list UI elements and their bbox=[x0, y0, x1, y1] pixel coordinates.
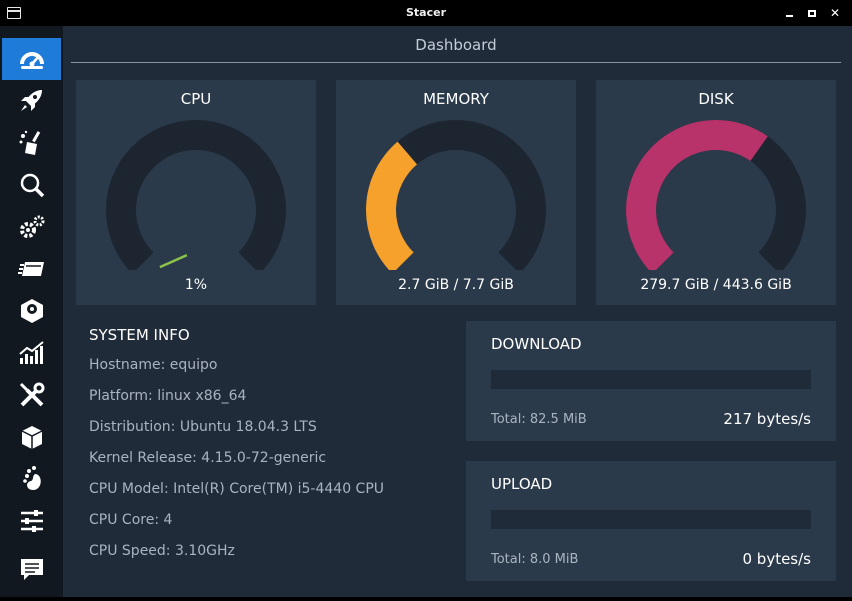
page-title: Dashboard bbox=[415, 36, 497, 54]
sidebar-item-helpers[interactable] bbox=[2, 374, 61, 416]
gauge-fill bbox=[626, 120, 768, 270]
sidebar-item-dashboard[interactable] bbox=[2, 38, 61, 80]
sidebar-item-feedback[interactable] bbox=[2, 548, 61, 590]
sidebar-item-gnome-settings[interactable] bbox=[2, 458, 61, 500]
speedometer-icon bbox=[19, 52, 44, 69]
rocket-icon bbox=[20, 90, 42, 111]
system-info-cpu-speed: CPU Speed: 3.10GHz bbox=[89, 543, 235, 559]
window-title: Stacer bbox=[405, 6, 446, 19]
gauge-title: DISK bbox=[698, 90, 734, 108]
minimize-icon bbox=[785, 14, 793, 17]
sidebar-item-system-cleaner[interactable] bbox=[2, 122, 61, 164]
minimize-button[interactable] bbox=[780, 4, 798, 22]
magnifier-icon bbox=[20, 173, 44, 198]
bar-chart-icon bbox=[18, 341, 44, 364]
package-icon bbox=[21, 426, 42, 449]
disk-icon bbox=[20, 299, 43, 323]
gauge-title: MEMORY bbox=[423, 90, 489, 108]
disk-gauge-card: DISK 279.7 GiB / 443.6 GiB bbox=[596, 80, 836, 305]
upload-title: UPLOAD bbox=[491, 475, 553, 493]
maximize-icon bbox=[808, 10, 816, 17]
download-total: Total: 82.5 MiB bbox=[491, 412, 587, 427]
sidebar-item-uninstaller[interactable] bbox=[2, 290, 61, 332]
memory-gauge-card: MEMORY 2.7 GiB / 7.7 GiB bbox=[336, 80, 576, 305]
download-rate: 217 bytes/s bbox=[723, 410, 811, 428]
system-info-cpu-core: CPU Core: 4 bbox=[89, 512, 173, 528]
cpu-gauge bbox=[106, 120, 286, 270]
sidebar-item-services[interactable] bbox=[2, 206, 61, 248]
sidebar-item-settings[interactable] bbox=[2, 500, 61, 542]
gears-icon bbox=[19, 215, 44, 238]
system-info-distribution: Distribution: Ubuntu 18.04.3 LTS bbox=[89, 419, 317, 435]
upload-total: Total: 8.0 MiB bbox=[491, 552, 579, 567]
close-icon: ✕ bbox=[829, 6, 841, 20]
cpu-gauge-card: CPU 1% bbox=[76, 80, 316, 305]
dashboard-page: Dashboard CPU 1% MEMORY 2.7 GiB / 7.7 Gi… bbox=[63, 26, 852, 597]
disk-gauge bbox=[626, 120, 806, 270]
download-bar bbox=[491, 370, 811, 389]
title-bar: Stacer ✕ bbox=[0, 0, 852, 26]
system-info-platform: Platform: linux x86_64 bbox=[89, 388, 247, 404]
upload-bar bbox=[491, 510, 811, 529]
system-info-hostname: Hostname: equipo bbox=[89, 357, 218, 373]
maximize-button[interactable] bbox=[803, 4, 821, 22]
sidebar-item-search[interactable] bbox=[2, 164, 61, 206]
memory-gauge bbox=[366, 120, 546, 270]
broom-icon bbox=[19, 130, 40, 155]
download-title: DOWNLOAD bbox=[491, 335, 582, 353]
system-info-panel: SYSTEM INFO Hostname: equipo Platform: l… bbox=[89, 326, 384, 573]
gauge-value: 2.7 GiB / 7.7 GiB bbox=[398, 277, 514, 293]
system-info-kernel: Kernel Release: 4.15.0-72-generic bbox=[89, 450, 327, 466]
sidebar-item-resources[interactable] bbox=[2, 332, 61, 374]
chat-icon bbox=[20, 559, 43, 580]
upload-card: UPLOAD Total: 8.0 MiB 0 bytes/s bbox=[466, 461, 836, 581]
gauge-title: CPU bbox=[180, 90, 212, 108]
gauge-value: 279.7 GiB / 443.6 GiB bbox=[640, 277, 792, 293]
sliders-icon bbox=[20, 510, 43, 532]
tools-icon bbox=[19, 382, 44, 407]
system-info-title: SYSTEM INFO bbox=[89, 326, 190, 344]
download-card: DOWNLOAD Total: 82.5 MiB 217 bytes/s bbox=[466, 321, 836, 441]
system-info-cpu-model: CPU Model: Intel(R) Core(TM) i5-4440 CPU bbox=[89, 481, 385, 497]
gauge-track bbox=[106, 120, 286, 270]
sidebar bbox=[0, 26, 63, 597]
stack-icon bbox=[17, 262, 44, 276]
sidebar-item-apt-repository[interactable] bbox=[2, 416, 61, 458]
gauge-fill bbox=[366, 141, 418, 270]
sidebar-item-processes[interactable] bbox=[2, 248, 61, 290]
gauge-value: 1% bbox=[184, 277, 208, 293]
title-divider bbox=[71, 62, 841, 63]
gnome-foot-icon bbox=[22, 466, 41, 490]
window-bottom-border bbox=[0, 597, 852, 601]
sidebar-item-startup-apps[interactable] bbox=[2, 80, 61, 122]
upload-rate: 0 bytes/s bbox=[742, 550, 811, 568]
gauge-fill bbox=[159, 253, 188, 269]
close-button[interactable]: ✕ bbox=[826, 4, 844, 22]
